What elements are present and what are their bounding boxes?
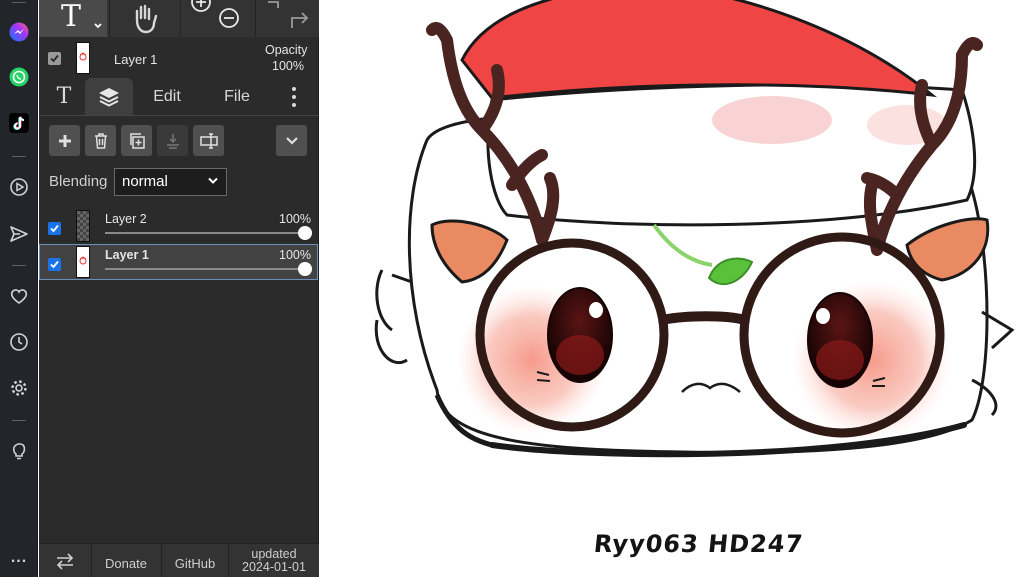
redo-icon [291,12,309,28]
layers-panel: T Layer 1 Opacity 100% T Edit File Blend… [39,0,319,577]
layer-actions [39,122,319,162]
layer-name: Layer 1 [105,248,149,262]
layer-name: Layer 2 [105,212,147,226]
tab-text[interactable]: T [43,78,85,115]
lightbulb-icon[interactable] [7,439,31,463]
github-link[interactable]: GitHub [162,544,228,577]
panel-tabs: T Edit File [39,78,319,116]
updated-info: updated 2024-01-01 [229,544,319,577]
tool-bar: T [39,0,319,37]
heart-icon[interactable] [7,284,31,308]
swap-arrows-icon [56,553,74,570]
dock-divider [12,420,26,421]
layer-thumbnail [76,246,90,278]
layer-opacity-slider[interactable] [105,232,305,234]
active-layer-info: Layer 1 Opacity 100% [39,40,319,78]
duplicate-icon [129,132,145,149]
layer-row[interactable]: Layer 1 100% [39,244,318,280]
delete-layer-button[interactable] [85,125,116,156]
layer-options-dropdown[interactable] [276,125,307,156]
active-layer-checkbox[interactable] [48,52,61,65]
donate-link[interactable]: Donate [92,544,160,577]
merge-down-icon [166,133,179,149]
reindeer-artwork [374,0,1015,458]
undo-redo-button[interactable] [257,0,319,37]
tab-edit[interactable]: Edit [139,78,195,115]
chevron-down-icon [285,136,298,145]
svg-text:T: T [61,0,81,34]
rename-layer-button[interactable] [193,125,224,156]
play-circle-icon[interactable] [7,175,31,199]
tool-divider [109,0,110,37]
opacity-label: Opacity [265,43,308,57]
layer-opacity-slider[interactable] [105,268,305,270]
gear-icon[interactable] [7,376,31,400]
add-layer-button[interactable] [49,125,80,156]
text-field-icon [199,132,218,149]
duplicate-layer-button[interactable] [121,125,152,156]
layer-thumbnail [76,210,90,242]
tool-divider [180,0,181,37]
tool-divider [255,0,256,37]
tab-file[interactable]: File [209,78,265,115]
artist-signature: Ryy063 HD247 [592,530,805,558]
app-dock: ... [0,0,38,577]
text-tool-button[interactable]: T [39,0,107,37]
blending-select[interactable]: normal [114,168,227,196]
blending-label: Blending [49,173,108,190]
tab-more[interactable] [279,78,309,115]
blending-row: Blending normal [39,166,319,198]
blending-value: normal [122,173,168,190]
swap-button[interactable] [39,544,91,577]
zoom-tool-button[interactable] [183,0,245,37]
undo-icon [268,1,279,8]
active-layer-thumbnail [76,42,90,74]
dock-divider [12,265,26,266]
layers-icon [99,87,119,107]
active-layer-name: Layer 1 [114,52,158,67]
layer-visibility-checkbox[interactable] [48,258,61,271]
layer-opacity: 100% [279,212,311,226]
dock-divider [12,2,26,3]
layer-visibility-checkbox[interactable] [48,222,61,235]
chevron-down-icon [208,177,218,184]
more-icon[interactable]: ... [7,546,31,570]
hand-tool-button[interactable] [111,0,179,37]
opacity-value: 100% [272,59,304,73]
dock-divider [12,156,26,157]
app-window: ... T Layer 1 Opacity 100% T Edit File B… [0,0,1024,577]
layer-opacity-handle[interactable] [298,226,312,240]
clock-icon[interactable] [7,330,31,354]
tab-layers[interactable] [85,78,133,115]
trash-icon [94,132,107,149]
messenger-icon[interactable] [7,20,31,44]
layer-opacity-handle[interactable] [298,262,312,276]
footer-bar: Donate GitHub updated 2024-01-01 [39,543,319,577]
merge-down-button[interactable] [157,125,188,156]
drawing-canvas[interactable]: Ryy063 HD247 [332,0,1024,577]
layer-opacity: 100% [279,248,311,262]
whatsapp-icon[interactable] [7,65,31,89]
send-icon[interactable] [7,222,31,246]
updated-date: 2024-01-01 [242,560,306,574]
tiktok-icon[interactable] [7,111,31,135]
kebab-menu-icon [292,86,296,107]
layer-row[interactable]: Layer 2 100% [39,208,318,244]
hand-icon [135,4,158,33]
plus-icon [58,134,71,147]
